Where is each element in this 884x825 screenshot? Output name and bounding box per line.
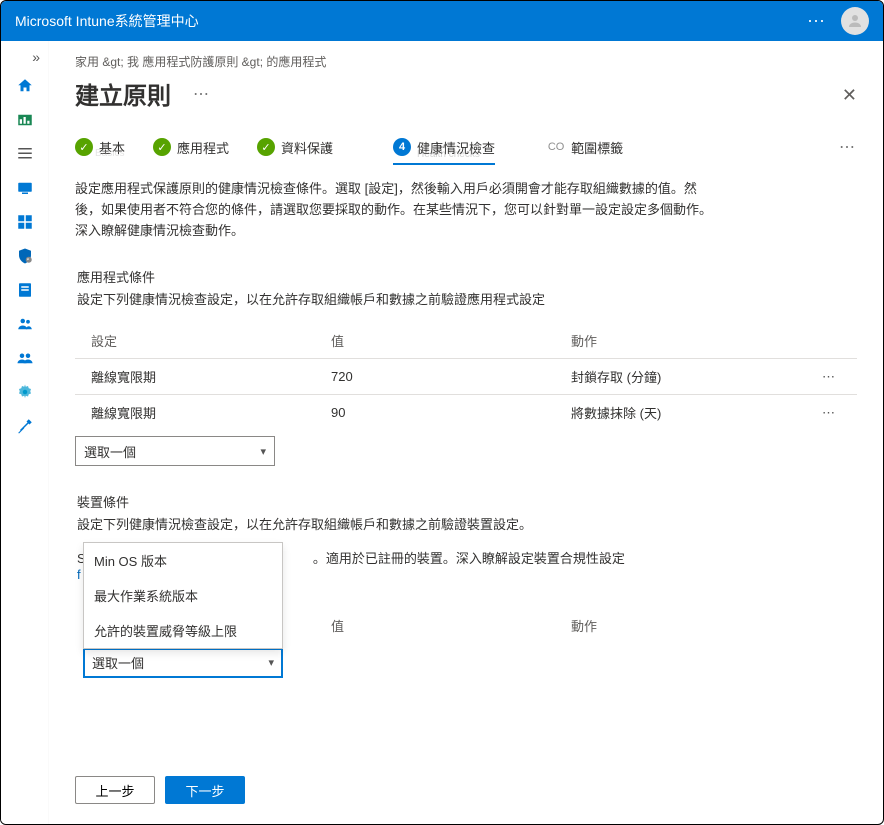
sidebar-groups-icon[interactable]: [1, 341, 48, 375]
next-button[interactable]: 下一步: [165, 776, 245, 804]
cell-value: 90: [331, 405, 571, 420]
section-subtitle: 設定下列健康情況檢查設定，以在允許存取組織帳戶和數據之前驗證裝置設定。: [77, 515, 697, 536]
table-row: 離線寬限期 720 封鎖存取 (分鐘) ⋯: [75, 358, 857, 394]
section-subtitle: 設定下列健康情況檢查設定，以在允許存取組織帳戶和數據之前驗證應用程式設定: [77, 290, 697, 311]
row-more-icon[interactable]: ⋯: [818, 369, 841, 385]
cell-value: 720: [331, 369, 571, 384]
step-scope-tags[interactable]: CO 範圍標籤: [547, 138, 623, 157]
sidebar-admin-icon[interactable]: [1, 375, 48, 409]
cell-action: 封鎖存取 (分鐘): [571, 367, 818, 386]
column-header-action: 動作: [571, 616, 841, 635]
sidebar-reports-icon[interactable]: [1, 273, 48, 307]
learn-more-link[interactable]: f: [77, 567, 81, 582]
device-condition-select[interactable]: 選取一個 ▾: [83, 648, 283, 678]
header-more-icon[interactable]: ⋯: [807, 11, 827, 32]
dropdown-option[interactable]: 最大作業系統版本: [84, 578, 282, 613]
check-icon: ✓: [75, 138, 93, 156]
step-number-icon: 4: [393, 138, 411, 156]
sidebar-all-services-icon[interactable]: [1, 137, 48, 171]
app-condition-select[interactable]: 選取一個 ▾: [75, 436, 275, 466]
chevron-down-icon: ▾: [260, 445, 266, 458]
sidebar-users-icon[interactable]: [1, 307, 48, 341]
row-more-icon[interactable]: ⋯: [818, 405, 841, 421]
step-co-icon: CO: [547, 138, 565, 156]
step-sublabel: Basics: [95, 148, 124, 159]
step-sublabel: Health checks: [417, 149, 480, 160]
sidebar-collapse-icon[interactable]: »: [1, 45, 48, 69]
sidebar-home-icon[interactable]: [1, 69, 48, 103]
user-avatar[interactable]: [841, 7, 869, 35]
chevron-down-icon: ▾: [268, 656, 274, 669]
close-icon[interactable]: ✕: [842, 85, 857, 106]
section-title: 應用程式條件: [77, 267, 857, 286]
step-health-checks[interactable]: 4 健康情況檢查 Health checks: [393, 138, 495, 165]
wizard-steps: ✓ 基本 Basics ✓ 應用程式 ✓ 資料保護 4: [75, 137, 857, 157]
check-icon: ✓: [257, 138, 275, 156]
sidebar-dashboard-icon[interactable]: [1, 103, 48, 137]
column-header-setting: 設定: [91, 331, 331, 350]
cell-setting: 離線寬限期: [91, 403, 331, 422]
product-title: Microsoft Intune系統管理中心: [15, 11, 199, 31]
breadcrumb[interactable]: 家用 &gt; 我 應用程式防護原則 &gt; 的應用程式: [75, 53, 857, 70]
device-conditions-section: 裝置條件 設定下列健康情況檢查設定，以在允許存取組織帳戶和數據之前驗證裝置設定。…: [75, 492, 857, 678]
text-fragment: 。適用於已註冊的裝置。深入瞭解設定裝置合規性設定: [313, 551, 625, 566]
left-sidebar: »: [1, 41, 49, 824]
cell-setting: 離線寬限期: [91, 367, 331, 386]
step-label: 範圍標籤: [571, 138, 623, 157]
sidebar-devices-icon[interactable]: [1, 171, 48, 205]
step-label: 資料保護: [281, 138, 333, 157]
main-content: 家用 &gt; 我 應用程式防護原則 &gt; 的應用程式 建立原則 ⋯ ✕ ✓…: [49, 41, 883, 824]
step-apps[interactable]: ✓ 應用程式: [153, 138, 229, 157]
step-basics[interactable]: ✓ 基本 Basics: [75, 138, 125, 157]
sidebar-security-icon[interactable]: [1, 239, 48, 273]
top-bar: Microsoft Intune系統管理中心 ⋯: [1, 1, 883, 41]
step-data-protection[interactable]: ✓ 資料保護: [257, 138, 333, 157]
select-placeholder: 選取一個: [84, 442, 136, 461]
column-header-value: 值: [331, 616, 571, 635]
page-title: 建立原則: [75, 76, 171, 111]
app-conditions-section: 應用程式條件 設定下列健康情況檢查設定，以在允許存取組織帳戶和數據之前驗證應用程…: [75, 267, 857, 466]
wizard-footer: 上一步 下一步: [75, 776, 245, 804]
page-description: 設定應用程式保護原則的健康情況檢查條件。選取 [設定]，然後輸入用戶必須開會才能…: [75, 179, 715, 241]
cell-action: 將數據抹除 (天): [571, 403, 818, 422]
title-more-icon[interactable]: ⋯: [193, 84, 211, 104]
dropdown-option[interactable]: Min OS 版本: [84, 543, 282, 578]
sidebar-apps-icon[interactable]: [1, 205, 48, 239]
device-condition-dropdown: Min OS 版本 最大作業系統版本 允許的裝置威脅等級上限: [83, 542, 283, 649]
steps-more-icon[interactable]: ⋯: [839, 137, 857, 157]
section-title: 裝置條件: [77, 492, 857, 511]
back-button[interactable]: 上一步: [75, 776, 155, 804]
select-placeholder: 選取一個: [92, 653, 144, 672]
sidebar-troubleshoot-icon[interactable]: [1, 409, 48, 443]
dropdown-option[interactable]: 允許的裝置威脅等級上限: [84, 613, 282, 648]
table-row: 離線寬限期 90 將數據抹除 (天) ⋯: [75, 394, 857, 430]
column-header-action: 動作: [571, 331, 841, 350]
step-label: 應用程式: [177, 138, 229, 157]
check-icon: ✓: [153, 138, 171, 156]
column-header-value: 值: [331, 331, 571, 350]
